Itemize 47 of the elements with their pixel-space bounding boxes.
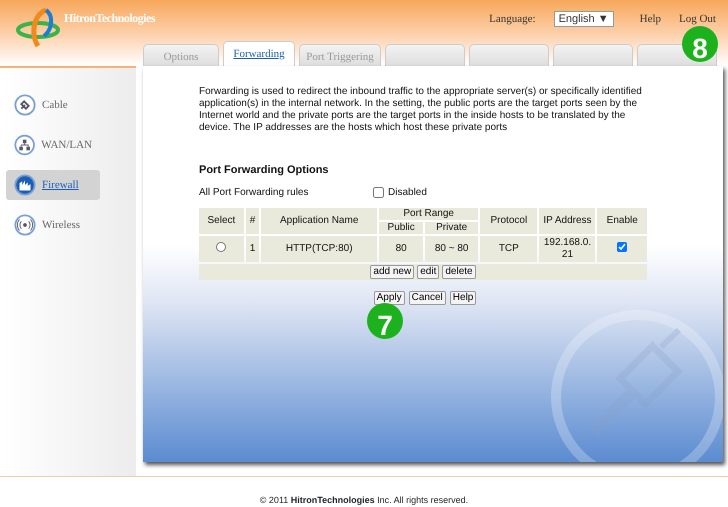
column-header: IP Address <box>539 208 596 234</box>
column-header: Port Range <box>379 208 478 220</box>
rules-label: All Port Forwarding rules <box>199 186 310 200</box>
table-cell: 80 <box>379 236 424 262</box>
language-label: Language: <box>489 12 536 27</box>
sidebar-item[interactable]: Cable <box>6 90 100 120</box>
column-header: Enable <box>597 208 647 234</box>
sidebar-item[interactable]: WAN/LAN <box>6 130 100 160</box>
network-icon <box>14 134 36 156</box>
firewall-icon <box>14 174 36 196</box>
section-title: Port Forwarding Options <box>199 163 330 178</box>
action-button[interactable]: delete <box>442 264 476 278</box>
column-header: Application Name <box>261 208 378 234</box>
column-header: # <box>246 208 260 234</box>
blank-tab[interactable] <box>469 44 549 66</box>
enable-checkbox[interactable] <box>617 242 628 252</box>
description-text: Forwarding is used to redirect the inbound traffic to the appropriate server(s) or specifically identified application(s) in the internal network. In the setting, the public ports are the target ports seen by the Internet world and the private ports are the target ports in the inside hosts to be translated by the device. The IP addresses are the hosts which host these private ports <box>199 86 643 134</box>
column-header: Public <box>379 222 424 234</box>
select-radio[interactable] <box>216 242 226 252</box>
logo-text: HitronTechnologies <box>64 10 156 27</box>
column-header: Select <box>199 208 244 234</box>
language-select[interactable]: English ▼ <box>554 11 614 28</box>
action-button[interactable]: add new <box>370 264 414 278</box>
disabled-label: Disabled <box>388 186 427 200</box>
tab[interactable]: Forwarding <box>223 41 295 66</box>
table-cell: 192.168.0.21 <box>539 236 596 262</box>
action-button[interactable]: edit <box>417 264 440 278</box>
logout-link[interactable]: Log Out <box>679 11 716 28</box>
logo-icon <box>16 6 62 50</box>
copyright-text: © 2011 HitronTechnologies Inc. All rights reserved. <box>260 495 468 505</box>
column-header: Protocol <box>480 208 538 234</box>
table-cell: TCP <box>480 236 538 262</box>
form-button[interactable]: Apply <box>374 290 405 304</box>
form-button[interactable]: Cancel <box>408 290 446 304</box>
form-button[interactable]: Help <box>450 290 476 304</box>
help-link[interactable]: Help <box>640 11 662 28</box>
sidebar-item[interactable]: Firewall <box>6 170 100 200</box>
column-header: Private <box>425 222 478 234</box>
blank-tab[interactable] <box>385 44 465 66</box>
wireless-icon <box>14 214 36 236</box>
blank-tab[interactable] <box>553 44 633 66</box>
plug-icon <box>14 94 36 116</box>
table-cell: 1 <box>246 236 260 262</box>
sidebar-item[interactable]: Wireless <box>6 210 100 240</box>
table-cell: HTTP(TCP:80) <box>261 236 378 262</box>
step-marker: 7 <box>367 303 403 339</box>
table-cell: 80 ~ 80 <box>425 236 478 262</box>
